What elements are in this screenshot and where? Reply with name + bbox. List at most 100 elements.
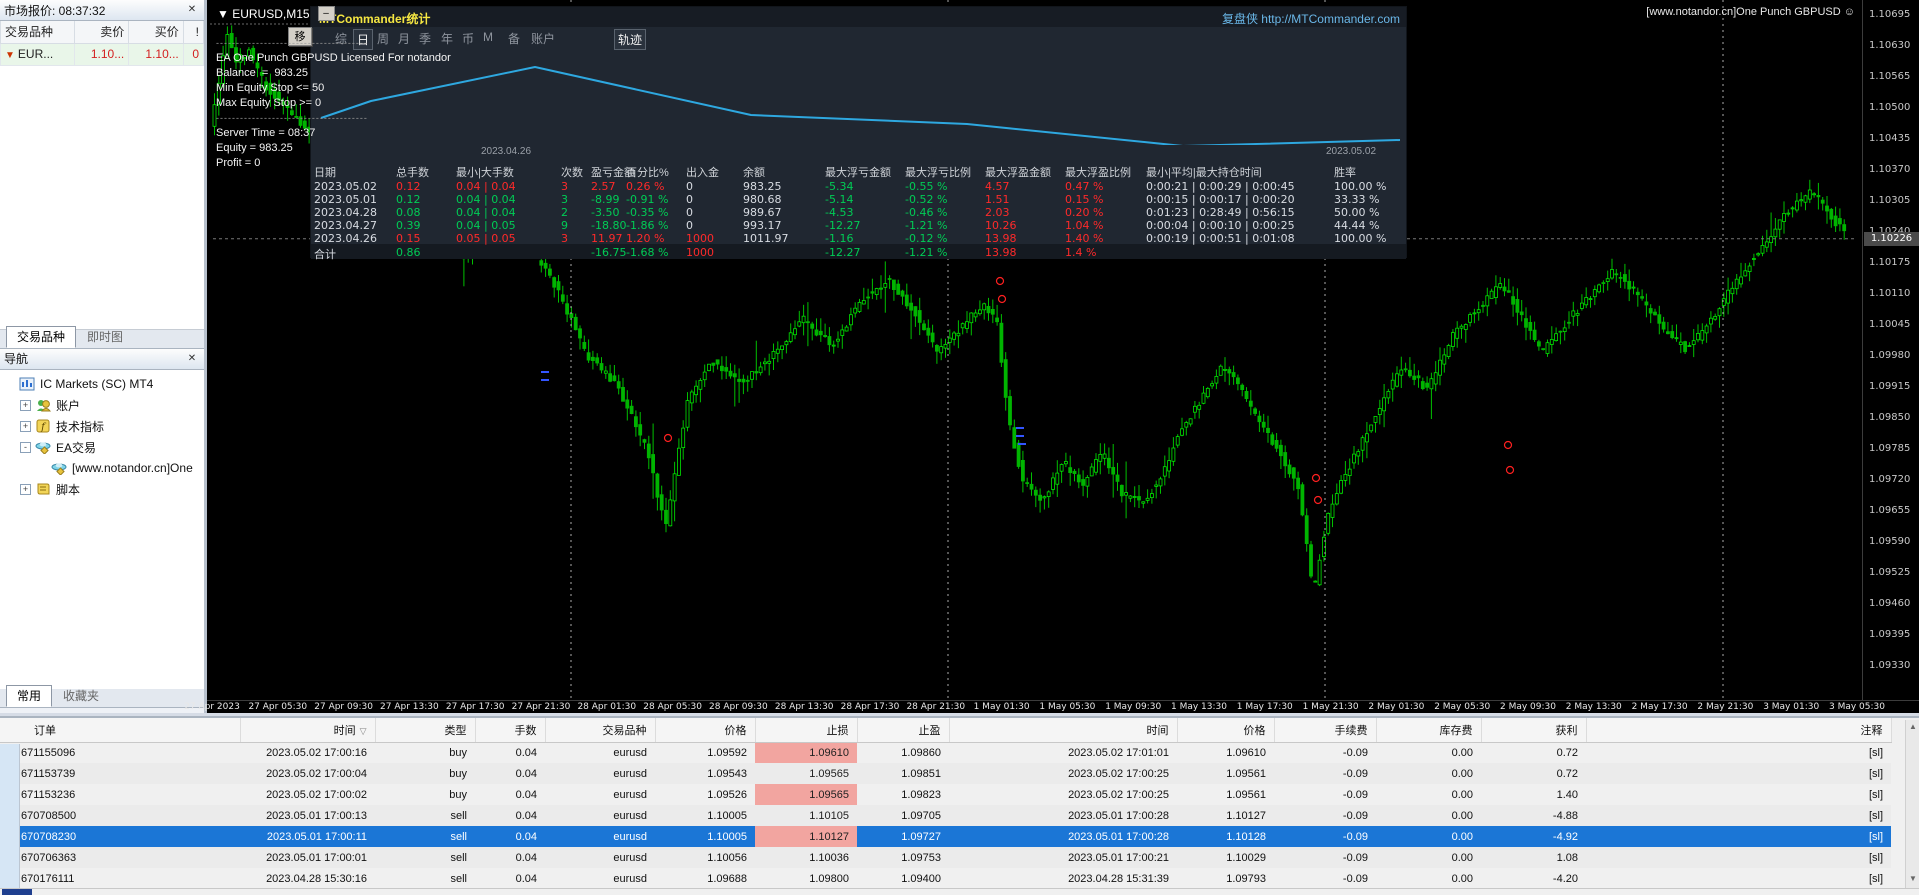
orders-col-header[interactable]: 止盈	[857, 718, 950, 743]
price-tick-label: 1.09395	[1869, 629, 1911, 640]
commission-cell: -0.09	[1342, 788, 1368, 801]
order-id-cell[interactable]: 671153236	[0, 784, 240, 805]
close-time-cell: 2023.05.02 17:00:25	[949, 763, 1177, 784]
order-id-cell[interactable]: 671153739	[0, 763, 240, 784]
ea-icon	[35, 440, 51, 455]
orders-col-header[interactable]: 价格	[655, 718, 756, 743]
stats-cell: 0	[686, 193, 693, 206]
stats-cell: -0.55 %	[905, 180, 948, 193]
orders-col-header[interactable]: 时间	[949, 718, 1178, 743]
alert-cell: 0	[182, 42, 205, 66]
market-watch-col-header[interactable]: 交易品种	[0, 21, 75, 44]
orders-col-header[interactable]: 价格	[1177, 718, 1275, 743]
orders-col-header[interactable]: 手数	[475, 718, 546, 743]
swap-cell: 0.00	[1376, 763, 1481, 784]
dock-tab[interactable]: 收藏夹	[52, 685, 110, 707]
navigator-item-ea-[interactable]: - EA交易	[0, 437, 204, 458]
scroll-down-icon[interactable]: ▼	[1909, 874, 1917, 883]
stats-cell: 4.57	[985, 180, 1010, 193]
market-watch-col-header[interactable]: !	[182, 21, 205, 44]
chart-window[interactable]: ▼ EURUSD,M15 – 移 -----------------------…	[184, 0, 1919, 713]
stats-total-cell: 1.4 %	[1065, 246, 1097, 259]
stats-cell: 0.39	[396, 219, 421, 232]
order-id-cell[interactable]: 671155096	[0, 742, 240, 763]
orders-col-header[interactable]: 交易品种	[545, 718, 656, 743]
symbol-cell[interactable]: ▼ EUR...	[0, 42, 75, 66]
ea-info-line: Min Equity Stop <= 50	[216, 82, 325, 94]
terminal-bottom-tab-partial[interactable]	[2, 889, 32, 895]
market-watch-col-header[interactable]: 买价	[128, 21, 184, 44]
equity-chart-date-label: 2023.05.02	[1325, 146, 1377, 157]
ea-info-line: Equity = 983.25	[216, 142, 293, 154]
stats-total-cell: 合计	[314, 248, 336, 261]
stop-loss-cell: 1.10127	[755, 826, 857, 847]
ea-info-line: Server Time = 08:37	[216, 127, 316, 139]
orders-col-header[interactable]: 库存费	[1376, 718, 1482, 743]
symbol-cell: eurusd	[545, 847, 655, 868]
orders-col-header[interactable]: 时间 ▽	[240, 718, 376, 743]
dock-tab[interactable]: 常用	[6, 684, 53, 707]
time-tick-label: 28 Apr 09:30	[709, 702, 768, 712]
navigator-item--[interactable]: + f 技术指标	[0, 416, 204, 437]
stats-cell: -5.14	[825, 193, 854, 206]
navigator-item-label: 账户	[56, 398, 81, 413]
order-id-cell[interactable]: 670708230	[0, 826, 240, 847]
time-tick-label: 2 May 17:30	[1631, 702, 1688, 712]
orders-col-header[interactable]: 止损	[755, 718, 858, 743]
mtcommander-panel[interactable]: MTCommander统计 复盘侠 http://MTCommander.com…	[310, 6, 1407, 261]
open-price-cell: 1.09543	[655, 763, 755, 784]
take-profit-cell: 1.09705	[857, 805, 949, 826]
orders-col-header[interactable]: 注释	[1586, 718, 1892, 743]
stop-loss-cell: 1.09565	[755, 763, 857, 784]
stats-cell: -1.21 %	[905, 219, 948, 232]
market-watch-tab[interactable]: 交易品种	[6, 325, 77, 348]
orders-col-header[interactable]: 获利	[1481, 718, 1587, 743]
order-row-670176111[interactable]: 670176111 2023.04.28 15:30:16 sell 0.04 euru…	[0, 868, 1891, 889]
price-axis[interactable]: 1.10226 1.10695 1.10630 1.10565 1.10500 1.10…	[1862, 0, 1919, 700]
market-watch-table: 交易品种 卖价 买价! ▼ EUR... 1.10... 1.10... 0	[0, 21, 205, 66]
market-watch-col-header[interactable]: 卖价	[73, 21, 130, 44]
expand-icon[interactable]: +	[20, 483, 31, 495]
terminal-scrollbar[interactable]: ▲ ▼	[1905, 720, 1919, 891]
close-price-cell: 1.09793	[1226, 872, 1266, 885]
market-watch-close-icon[interactable]: ✕	[184, 3, 200, 17]
order-row-670708500[interactable]: 670708500 2023.05.01 17:00:13 sell 0.04 euru…	[0, 805, 1891, 826]
price-tick-label: 1.09590	[1869, 536, 1911, 547]
navigator-item--[interactable]: + 脚本	[0, 479, 204, 500]
order-id-cell[interactable]: 670176111	[0, 868, 240, 889]
close-time-cell: 2023.04.28 15:31:39	[1068, 872, 1169, 885]
order-id-cell[interactable]: 670706363	[0, 847, 240, 868]
navigator-close-icon[interactable]: ✕	[184, 352, 200, 366]
orders-col-header[interactable]: 订单	[0, 718, 241, 743]
stats-cell: -1.16	[825, 232, 854, 245]
swap-cell: 0.00	[1376, 826, 1481, 847]
ea-icon	[51, 461, 67, 476]
market-watch-tab[interactable]: 即时图	[76, 326, 134, 348]
open-time-cell: 2023.05.02 17:00:16	[266, 746, 367, 759]
collapse-icon[interactable]: -	[20, 441, 31, 453]
time-axis[interactable]: 27 Apr 2023 27 Apr 05:30 27 Apr 09:30 27 Ap…	[184, 700, 1919, 713]
expand-icon[interactable]: +	[20, 420, 31, 432]
market-watch-row[interactable]: ▼ EUR... 1.10... 1.10... 0	[0, 42, 205, 66]
order-row-671153236[interactable]: 671153236 2023.05.02 17:00:02 buy 0.04 eurus…	[0, 784, 1891, 805]
symbol-cell: eurusd	[545, 805, 655, 826]
orders-col-header[interactable]: 手续费	[1274, 718, 1377, 743]
order-row-671153739[interactable]: 671153739 2023.05.02 17:00:04 buy 0.04 eurus…	[0, 763, 1891, 784]
navigator-item-ic-markets-sc-mt4[interactable]: IC Markets (SC) MT4	[0, 374, 204, 395]
scroll-up-icon[interactable]: ▲	[1909, 722, 1917, 731]
time-tick-label: 27 Apr 21:30	[511, 702, 571, 712]
navigator-item--www-notandor-cn-one[interactable]: [www.notandor.cn]One	[0, 458, 204, 479]
expand-icon[interactable]: +	[20, 399, 31, 411]
navigator-item--[interactable]: + 账户	[0, 395, 204, 416]
price-tick-label: 1.10305	[1869, 195, 1911, 206]
chart-minimize-button[interactable]: –	[317, 6, 335, 21]
navigator-titlebar: 导航 ✕	[0, 348, 204, 370]
order-row-670708230[interactable]: 670708230 2023.05.01 17:00:11 sell 0.04 euru…	[0, 826, 1891, 847]
order-row-670706363[interactable]: 670706363 2023.05.01 17:00:01 sell 0.04 euru…	[0, 847, 1891, 868]
stats-cell: 2	[561, 206, 568, 219]
order-row-671155096[interactable]: 671155096 2023.05.02 17:00:16 buy 0.04 eurus…	[0, 742, 1891, 763]
mtcommander-brand-link[interactable]: 复盘侠 http://MTCommander.com	[1222, 10, 1400, 27]
order-id-cell[interactable]: 670708500	[0, 805, 240, 826]
orders-col-header[interactable]: 类型	[375, 718, 476, 743]
